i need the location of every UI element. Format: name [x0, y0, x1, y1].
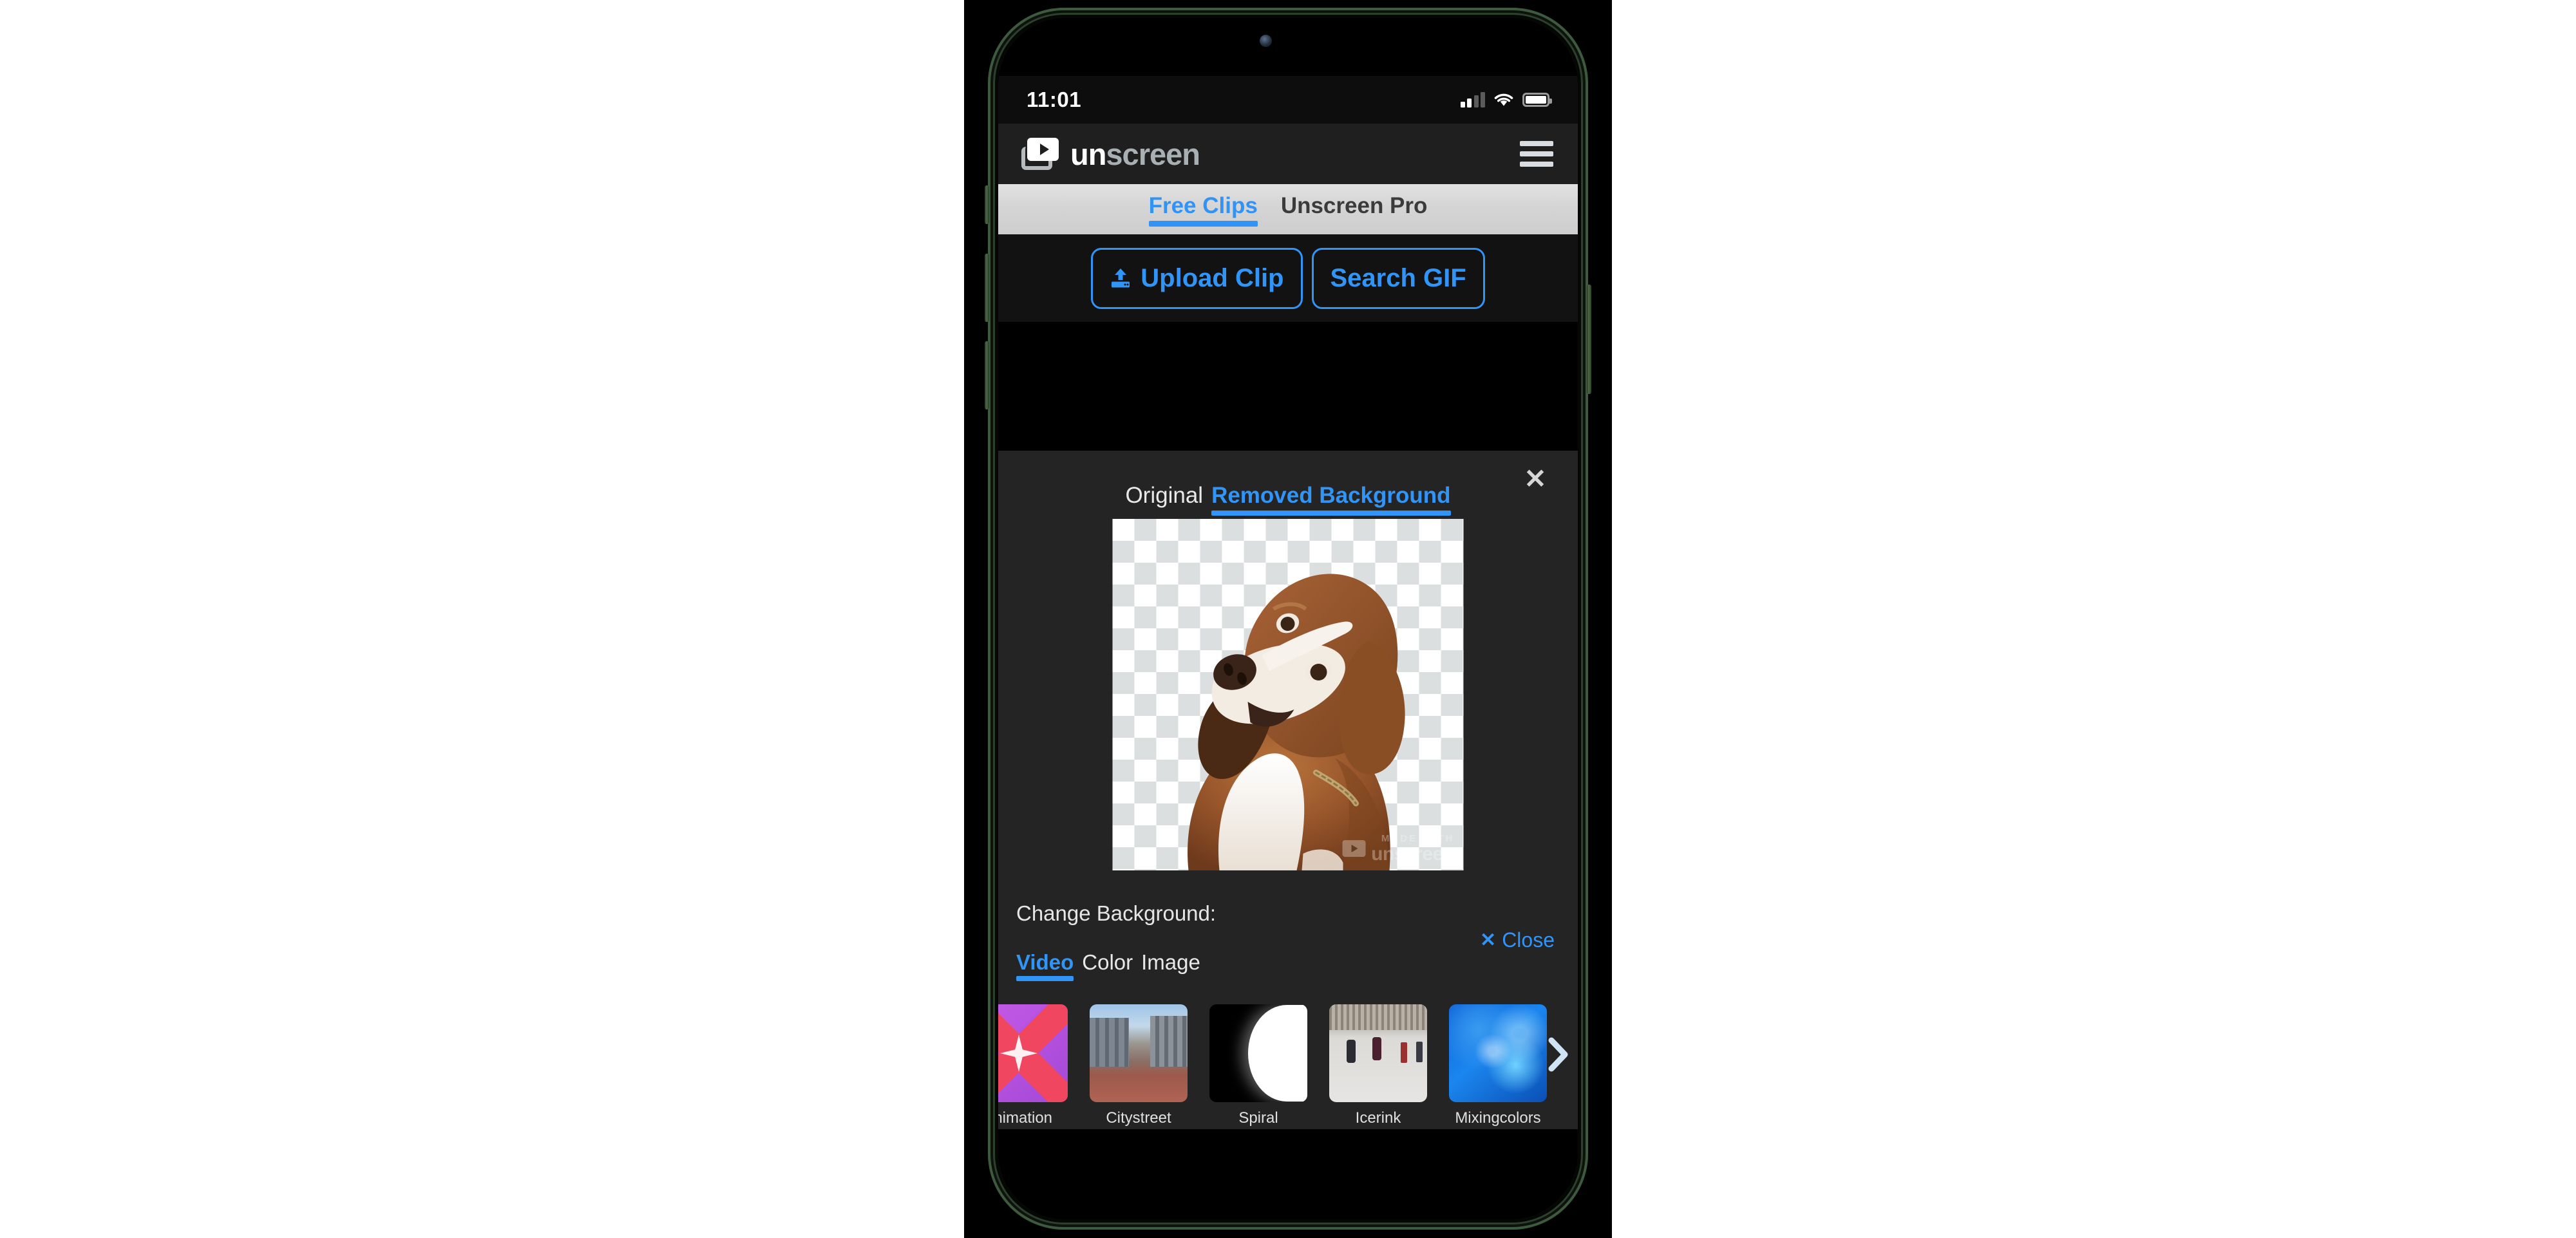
screen-bottom-area	[998, 1129, 1578, 1219]
bg-tab-video[interactable]: Video	[1016, 950, 1074, 981]
background-thumbnail[interactable]: Icerink	[1329, 1004, 1427, 1127]
tab-original[interactable]: Original	[1125, 483, 1203, 516]
volume-up-button[interactable]	[985, 254, 989, 322]
watermark-made-with: MADE WITH	[1381, 832, 1455, 844]
display-notch	[1191, 18, 1385, 71]
power-button[interactable]	[1587, 285, 1591, 394]
thumbnail-label: Spiral	[1238, 1109, 1278, 1127]
result-view-tabs: Original Removed Background	[998, 483, 1578, 516]
app-screen: 11:01 unscreen Free Clips Unscreen Pro U…	[998, 18, 1578, 1219]
upload-icon	[1112, 268, 1130, 288]
next-backgrounds-button[interactable]	[1538, 1034, 1578, 1075]
preview-canvas[interactable]: MADE WITH unscreen	[1112, 519, 1464, 870]
unscreen-video-logo-icon	[1021, 138, 1059, 170]
dog-subject-image	[1188, 574, 1405, 870]
volume-down-button[interactable]	[985, 341, 989, 409]
battery-icon	[1522, 93, 1552, 107]
hamburger-menu-icon[interactable]	[1520, 141, 1553, 167]
close-background-picker-button[interactable]: ✕ Close	[1480, 928, 1555, 952]
brand-word-part1: un	[1070, 136, 1106, 171]
silent-switch[interactable]	[985, 185, 989, 224]
background-thumbnail[interactable]: Spiral	[1209, 1004, 1307, 1127]
close-label: Close	[1502, 928, 1555, 952]
app-header-bar: unscreen	[998, 124, 1578, 184]
brand-wordmark: unscreen	[1070, 136, 1200, 172]
thumbnail-image-spiral	[1209, 1004, 1307, 1102]
background-type-tabs: Video Color Image	[1016, 950, 1200, 981]
unscreen-video-logo-icon	[1342, 840, 1366, 858]
cellular-signal-icon	[1460, 92, 1485, 108]
search-gif-button[interactable]: Search GIF	[1311, 247, 1485, 309]
thumbnail-label: Citystreet	[1106, 1109, 1171, 1127]
brand-logo[interactable]: unscreen	[1021, 136, 1200, 172]
change-background-label: Change Background:	[1016, 901, 1217, 925]
upload-clip-button[interactable]: Upload Clip	[1091, 247, 1303, 309]
brand-word-part2: screen	[1106, 136, 1200, 171]
iphone-device-frame: 11:01 unscreen Free Clips Unscreen Pro U…	[985, 8, 1591, 1230]
bg-tab-image[interactable]: Image	[1141, 950, 1200, 981]
thumbnail-image-mixingcolors	[1449, 1004, 1547, 1102]
thumbnail-label: Icerink	[1355, 1109, 1401, 1127]
device-screen-area: 11:01 unscreen Free Clips Unscreen Pro U…	[998, 18, 1578, 1219]
background-thumbnail-strip[interactable]: animation Citystreet Spiral	[998, 1004, 1578, 1130]
action-button-row: Upload Clip Search GIF	[998, 234, 1578, 322]
thumbnail-label: animation	[998, 1109, 1053, 1127]
wifi-icon	[1494, 93, 1513, 106]
unscreen-watermark: MADE WITH unscreen	[1342, 832, 1455, 865]
front-camera-icon	[1260, 35, 1272, 47]
thumbnail-image-citystreet	[1090, 1004, 1188, 1102]
result-panel: ✕ Original Removed Background MADE WITH …	[998, 451, 1578, 1129]
tab-free-clips[interactable]: Free Clips	[1148, 193, 1258, 227]
background-thumbnail[interactable]: Mixingcolors	[1449, 1004, 1547, 1127]
close-x-icon: ✕	[1480, 930, 1497, 951]
thumbnail-label: Mixingcolors	[1455, 1109, 1541, 1127]
status-bar-time: 11:01	[1027, 88, 1082, 111]
upload-clip-label: Upload Clip	[1141, 263, 1284, 292]
thumbnail-image-icerink	[1329, 1004, 1427, 1102]
tab-removed-background[interactable]: Removed Background	[1211, 483, 1452, 516]
background-thumbnail[interactable]: Citystreet	[1090, 1004, 1188, 1127]
chevron-right-icon	[1548, 1037, 1568, 1072]
thumbnail-image-animation	[998, 1004, 1068, 1102]
search-gif-label: Search GIF	[1330, 263, 1466, 292]
primary-tab-bar: Free Clips Unscreen Pro	[998, 184, 1578, 234]
screenshot-stage: 11:01 unscreen Free Clips Unscreen Pro U…	[0, 0, 2576, 1238]
status-bar: 11:01	[998, 76, 1578, 124]
status-bar-indicators	[1460, 92, 1552, 108]
background-thumbnail[interactable]: animation	[998, 1004, 1068, 1127]
bg-tab-color[interactable]: Color	[1082, 950, 1133, 981]
watermark-brand: unscreen	[1371, 843, 1455, 865]
tab-unscreen-pro[interactable]: Unscreen Pro	[1281, 193, 1428, 225]
